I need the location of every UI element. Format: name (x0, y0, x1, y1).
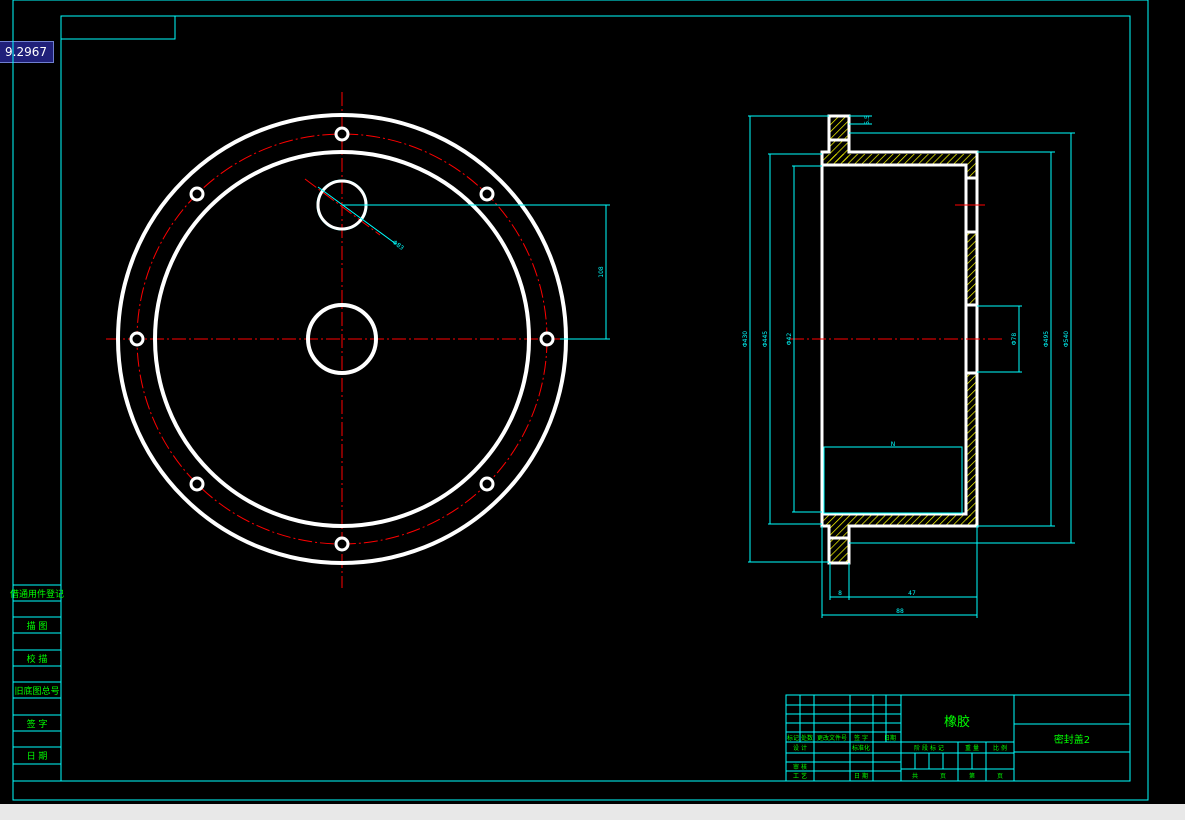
tb-row-review: 审 核 (793, 763, 807, 771)
tb-sheet-unit-2: 页 (997, 773, 1003, 780)
dim-right-b: Φ540 (1063, 331, 1070, 347)
dim-inner-a: Φ445 (762, 331, 769, 347)
tb-stage-mark: 阶 段 标 记 (914, 744, 944, 752)
tb-sheet-no: 第 (969, 772, 975, 780)
dim-height-left: Φ430 (742, 331, 749, 347)
tb-row-design: 设 计 (793, 744, 807, 752)
status-bar (0, 804, 1185, 820)
tb-header-sign: 签 字 (854, 734, 868, 742)
tb-header-date: 日期 (884, 734, 896, 742)
tb-total-sheets: 共 (912, 772, 918, 780)
dim-right-a: Φ495 (1043, 331, 1050, 347)
tb-weight: 重 量 (965, 744, 979, 752)
section-dimensions (748, 115, 1075, 618)
sidebar-row-3: 校 描 (27, 653, 48, 665)
dim-inner-b: Φ42 (786, 333, 793, 346)
dim-bottom-a: 8 (838, 590, 842, 597)
sidebar-row-4: 旧底图总号 (14, 685, 59, 697)
sidebar-row-5: 签 字 (27, 718, 48, 730)
left-sidebar: 借通用件登记 描 图 校 描 旧底图总号 签 字 日 期 (10, 584, 64, 782)
sidebar-row-2: 描 图 (27, 620, 48, 632)
tb-sheet-unit-1: 页 (940, 773, 946, 780)
tb-header-count: 处数 (801, 734, 813, 742)
tb-header-mark: 标记 (787, 734, 799, 742)
tb-scale: 比 例 (993, 744, 1007, 752)
material-label: 橡胶 (944, 714, 970, 730)
drawing-name: 密封盖2 (1054, 733, 1090, 746)
offset-label: 108 (598, 266, 605, 278)
tb-row-process: 工 艺 (793, 772, 807, 780)
dim-bottom-b: 47 (908, 590, 916, 597)
title-block: 橡胶 密封盖2 标记 处数 更改文件号 签 字 日期 设 计 审 核 工 艺 标… (785, 694, 1131, 782)
cad-drawing[interactable]: 借通用件登记 描 图 校 描 旧底图总号 签 字 日 期 Φ83 108 Φ43… (0, 0, 1185, 820)
sidebar-row-1: 借通用件登记 (10, 588, 64, 600)
dim-inner-box: N (891, 441, 896, 448)
sidebar-row-6: 日 期 (27, 751, 48, 762)
dim-top-flange: 5.5 (864, 115, 871, 125)
tb-header-change-doc: 更改文件号 (817, 734, 847, 742)
section-view[interactable]: Φ430 Φ445 Φ42 Φ540 Φ495 Φ78 5.5 N 8 47 8… (742, 114, 1075, 618)
dim-port-height: Φ78 (1011, 333, 1018, 346)
tb-standardization: 标准化 (852, 744, 870, 752)
hole-dia-label: Φ83 (391, 239, 405, 252)
tb-approve-date: 日 期 (854, 772, 868, 780)
front-centerlines (106, 92, 582, 588)
front-view[interactable]: Φ83 108 (106, 92, 610, 588)
dim-total-width: 88 (896, 608, 904, 615)
